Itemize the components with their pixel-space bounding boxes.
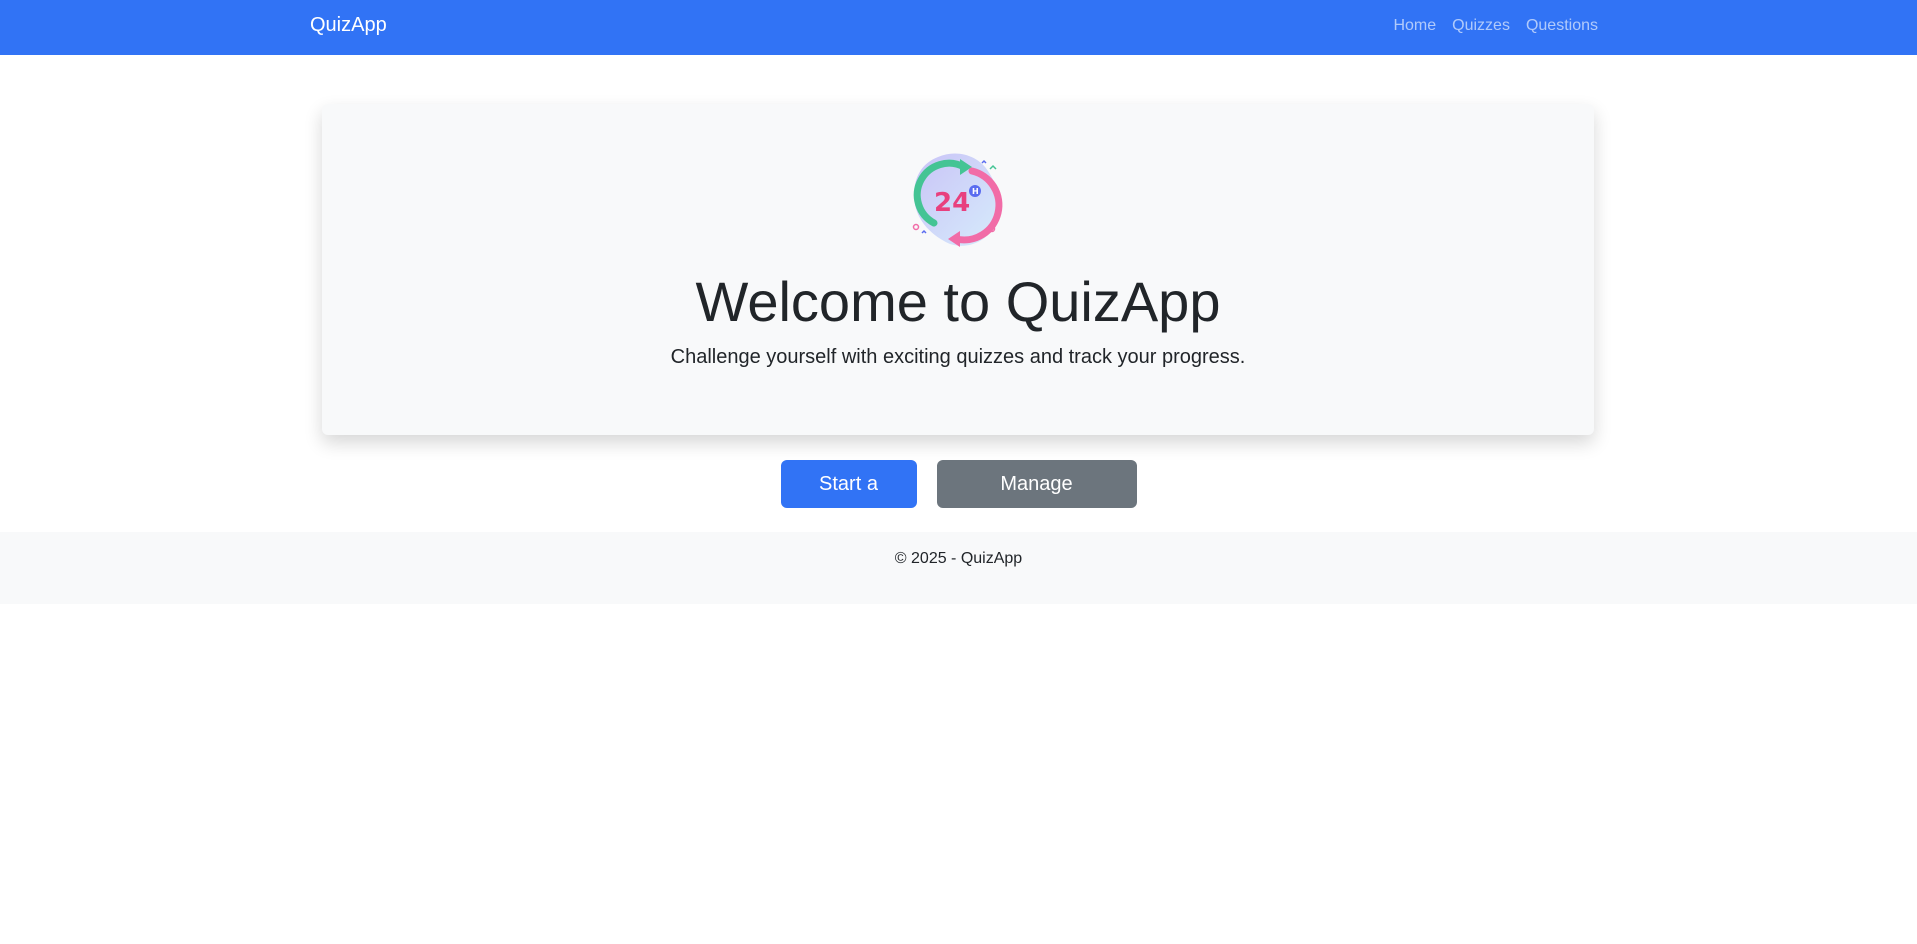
svg-text:H: H xyxy=(972,187,979,196)
hero-lead: Challenge yourself with exciting quizzes… xyxy=(670,346,1246,368)
svg-text:24: 24 xyxy=(934,188,970,218)
nav-link-quizzes[interactable]: Quizzes xyxy=(1452,17,1510,35)
brand-link[interactable]: QuizApp xyxy=(310,14,387,37)
nav-link-questions[interactable]: Questions xyxy=(1526,17,1598,35)
nav-links: Home Quizzes Questions xyxy=(1393,17,1598,35)
footer-copyright: © 2025 - QuizApp xyxy=(894,550,1023,567)
nav-link-home[interactable]: Home xyxy=(1393,17,1436,35)
navbar: QuizApp Home Quizzes Questions xyxy=(0,0,1917,55)
page-title: Welcome to QuizApp xyxy=(695,270,1221,333)
manage-questions-button[interactable]: Manage Questions xyxy=(936,460,1137,543)
hero-card: 24 H Welcome to QuizApp Challenge yourse… xyxy=(322,104,1594,435)
footer: © 2025 - QuizApp xyxy=(0,532,1917,604)
24h-cycle-icon: 24 H xyxy=(908,149,1010,251)
action-buttons: Start a Quiz Manage Questions xyxy=(0,460,1917,543)
start-quiz-button[interactable]: Start a Quiz xyxy=(780,460,917,543)
